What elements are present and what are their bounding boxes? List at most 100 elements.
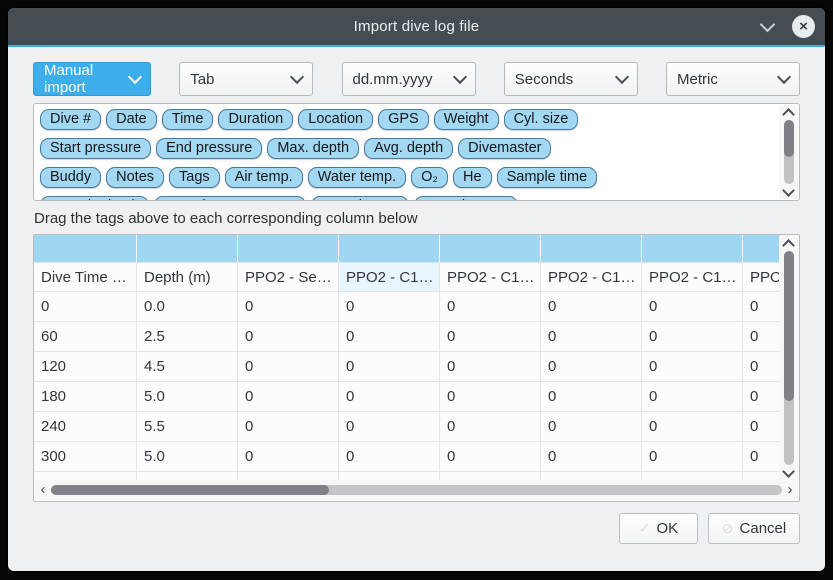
tag-chip[interactable]: Cyl. size	[504, 109, 579, 130]
cancel-button[interactable]: ⊘ Cancel	[708, 513, 800, 544]
tag-chip[interactable]: Duration	[218, 109, 293, 130]
tags-vertical-scrollbar[interactable]	[779, 105, 798, 199]
tag-chip[interactable]: Sample time	[497, 167, 598, 188]
table-cell[interactable]: 5.5	[137, 412, 238, 442]
table-cell[interactable]: 300	[34, 442, 137, 472]
table-cell[interactable]: 180	[34, 382, 137, 412]
tag-chip[interactable]: Sample pO₂	[311, 196, 409, 200]
chevron-down-icon[interactable]	[756, 16, 778, 38]
tag-chip[interactable]: Date	[106, 109, 157, 130]
tag-chip[interactable]: Sample temperature	[154, 196, 305, 200]
table-cell[interactable]: 0	[440, 382, 541, 412]
table-cell[interactable]: 0	[541, 382, 642, 412]
column-header[interactable]: PPO2 - C1…	[642, 263, 743, 292]
drop-target-cell[interactable]	[339, 235, 440, 263]
tag-chip[interactable]: Avg. depth	[364, 138, 453, 159]
tag-chip[interactable]: Notes	[106, 167, 164, 188]
tag-chip[interactable]: He	[453, 167, 492, 188]
scroll-down-arrow-icon[interactable]	[779, 466, 798, 480]
tag-chip[interactable]: Time	[162, 109, 214, 130]
tags-scroll-track[interactable]	[784, 120, 794, 184]
tag-chip[interactable]: End pressure	[156, 138, 262, 159]
table-cell[interactable]: 0	[541, 322, 642, 352]
hscroll-thumb[interactable]	[51, 485, 329, 495]
titlebar[interactable]: Import dive log file ×	[8, 8, 825, 45]
hscroll-track[interactable]	[51, 485, 782, 495]
table-cell[interactable]: 0	[743, 352, 780, 382]
drop-target-cell[interactable]	[137, 235, 238, 263]
table-vertical-scrollbar[interactable]	[779, 236, 798, 480]
drop-target-cell[interactable]	[642, 235, 743, 263]
table-cell[interactable]: 0	[541, 352, 642, 382]
table-scroll-thumb[interactable]	[784, 251, 794, 401]
table-cell[interactable]: 0	[238, 292, 339, 322]
drop-target-cell[interactable]	[440, 235, 541, 263]
table-cell[interactable]: 0	[339, 322, 440, 352]
table-cell[interactable]: 0	[743, 382, 780, 412]
scroll-left-arrow-icon[interactable]: ‹	[35, 481, 51, 499]
table-cell[interactable]: 0	[339, 412, 440, 442]
table-cell[interactable]: 120	[34, 352, 137, 382]
scroll-down-arrow-icon[interactable]	[779, 185, 798, 199]
table-cell[interactable]: 240	[34, 412, 137, 442]
drop-target-cell[interactable]	[743, 235, 780, 263]
table-horizontal-scrollbar[interactable]: ‹ ›	[35, 480, 798, 500]
duration-format-select[interactable]: Seconds	[504, 62, 638, 96]
import-type-select[interactable]: Manual import	[33, 62, 151, 96]
table-cell[interactable]: 0	[238, 352, 339, 382]
table-cell[interactable]: 0	[743, 292, 780, 322]
column-header[interactable]: PPO2	[743, 263, 780, 292]
table-cell[interactable]: 0	[642, 292, 743, 322]
table-cell[interactable]: 0	[541, 412, 642, 442]
drop-target-cell[interactable]	[238, 235, 339, 263]
table-cell[interactable]: 0.0	[137, 292, 238, 322]
table-cell[interactable]: 0	[34, 292, 137, 322]
tag-chip[interactable]: Sample depth	[40, 196, 149, 200]
table-cell[interactable]: 0	[440, 322, 541, 352]
tag-chip[interactable]: Weight	[434, 109, 499, 130]
table-cell[interactable]: 0	[743, 412, 780, 442]
table-cell[interactable]: 0	[541, 292, 642, 322]
table-cell[interactable]: 0	[743, 442, 780, 472]
column-header[interactable]: PPO2 - C1…	[339, 263, 440, 292]
table-cell[interactable]: 0	[642, 322, 743, 352]
ok-button[interactable]: ✓ OK	[619, 513, 698, 544]
tag-chip[interactable]: GPS	[378, 109, 429, 130]
column-header[interactable]: Dive Time …	[34, 263, 137, 292]
tag-chip[interactable]: Max. depth	[267, 138, 359, 159]
scroll-up-arrow-icon[interactable]	[779, 236, 798, 250]
table-cell[interactable]: 60	[34, 322, 137, 352]
column-header[interactable]: PPO2 - C1…	[541, 263, 642, 292]
tag-chip[interactable]: Divemaster	[458, 138, 551, 159]
table-cell[interactable]: 0	[541, 442, 642, 472]
table-cell[interactable]: 0	[339, 382, 440, 412]
table-cell[interactable]: 0	[238, 322, 339, 352]
table-cell[interactable]: 4.5	[137, 352, 238, 382]
field-separator-select[interactable]: Tab	[179, 62, 313, 96]
tag-chip[interactable]: O₂	[411, 167, 448, 188]
table-cell[interactable]: 0	[440, 352, 541, 382]
tag-chip[interactable]: Air temp.	[225, 167, 303, 188]
tags-scroll-thumb[interactable]	[784, 120, 794, 157]
column-header[interactable]: Depth (m)	[137, 263, 238, 292]
table-cell[interactable]: 0	[642, 442, 743, 472]
table-cell[interactable]: 0	[642, 382, 743, 412]
table-cell[interactable]: 0	[440, 292, 541, 322]
tag-chip[interactable]: Start pressure	[40, 138, 151, 159]
table-cell[interactable]: 5.0	[137, 442, 238, 472]
table-cell[interactable]: 0	[642, 412, 743, 442]
units-select[interactable]: Metric	[666, 62, 800, 96]
table-cell[interactable]: 0	[440, 442, 541, 472]
tag-chip[interactable]: Buddy	[40, 167, 101, 188]
date-format-select[interactable]: dd.mm.yyyy	[342, 62, 476, 96]
table-cell[interactable]: 2.5	[137, 322, 238, 352]
table-cell[interactable]: 5.0	[137, 382, 238, 412]
table-cell[interactable]: 0	[743, 322, 780, 352]
tag-chip[interactable]: Tags	[169, 167, 220, 188]
tag-chip[interactable]: Sample CNS	[414, 196, 518, 200]
column-header[interactable]: PPO2 - C1…	[440, 263, 541, 292]
table-cell[interactable]: 0	[440, 412, 541, 442]
close-icon[interactable]: ×	[792, 15, 815, 38]
scroll-right-arrow-icon[interactable]: ›	[782, 481, 798, 499]
table-cell[interactable]: 0	[339, 352, 440, 382]
